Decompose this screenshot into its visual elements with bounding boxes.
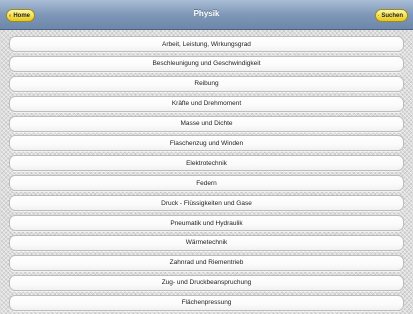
topic-federn[interactable]: Federn [9, 175, 404, 191]
topic-pneumatik[interactable]: Pneumatik und Hydraulik [9, 215, 404, 231]
topic-druck[interactable]: Druck - Flüssigkeiten und Gase [9, 195, 404, 211]
topic-masse-dichte[interactable]: Masse und Dichte [9, 116, 404, 132]
search-button[interactable]: Suchen [375, 9, 408, 22]
page-title: Physik [0, 9, 413, 18]
navigation-bar: Home Physik Suchen [0, 0, 413, 30]
topic-zahnrad[interactable]: Zahnrad und Riementrieb [9, 255, 404, 271]
topic-beschleunigung[interactable]: Beschleunigung und Geschwindigkeit [9, 56, 404, 72]
topic-list: Arbeit, Leistung, Wirkungsgrad Beschleun… [9, 36, 404, 314]
topic-waermetechnik[interactable]: Wärmetechnik [9, 235, 404, 251]
search-button-label: Suchen [381, 13, 403, 19]
topic-elektrotechnik[interactable]: Elektrotechnik [9, 155, 404, 171]
topic-flaechenpressung[interactable]: Flächenpressung [9, 295, 404, 311]
topic-kraefte-drehmoment[interactable]: Kräfte und Drehmoment [9, 96, 404, 112]
topic-flaschenzug[interactable]: Flaschenzug und Winden [9, 135, 404, 151]
topic-reibung[interactable]: Reibung [9, 76, 404, 92]
topic-arbeit-leistung[interactable]: Arbeit, Leistung, Wirkungsgrad [9, 36, 404, 52]
search-icon [378, 12, 379, 19]
topic-zug-druck[interactable]: Zug- und Druckbeanspruchung [9, 275, 404, 291]
